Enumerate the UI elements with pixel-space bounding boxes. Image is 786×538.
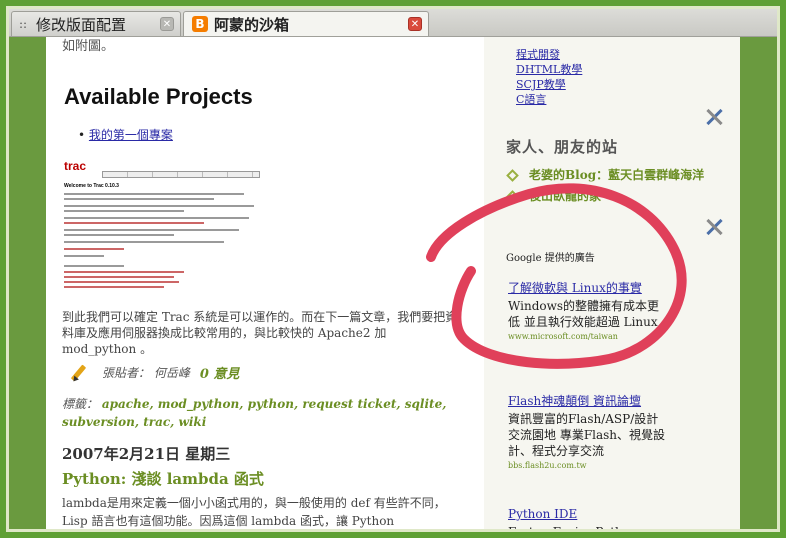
sidebar-links: 程式開發 DHTML教學 SCJP教學 C語言 xyxy=(516,47,582,107)
tab-sandbox[interactable]: B 阿蒙的沙箱 ✕ xyxy=(183,11,429,36)
friends-list: 老婆的Blog：藍天白雲群峰海洋 後山臥龍的家 xyxy=(506,165,704,207)
pencil-icon[interactable] xyxy=(70,364,86,382)
tab-label: 修改版面配置 xyxy=(36,15,127,34)
posted-by: 張貼者： 何岳峰 xyxy=(102,366,190,380)
tags-label: 標籤： xyxy=(62,397,99,411)
text-line xyxy=(64,210,184,212)
ad-python-ide[interactable]: Python IDE Faster, Easier Python xyxy=(508,507,668,532)
text-line xyxy=(64,198,214,200)
ad-title[interactable]: Python IDE xyxy=(508,507,668,522)
ad-body: Faster, Easier Python xyxy=(508,525,638,532)
sidebar-link[interactable]: C語言 xyxy=(516,92,582,107)
text-line xyxy=(64,222,204,224)
project-link[interactable]: 我的第一個專案 xyxy=(89,128,173,142)
ad-body: Windows的整體擁有成本更低 並且執行效能超過 Linux xyxy=(508,299,660,329)
ad-flash[interactable]: Flash神魂顛倒 資訊論壇 資訊豐富的Flash/ASP/設計交流園地 專業F… xyxy=(508,394,668,470)
ad-body: 資訊豐富的Flash/ASP/設計交流園地 專業Flash、視覺設計、程式分享交… xyxy=(508,412,666,458)
close-icon[interactable]: ✕ xyxy=(408,17,422,31)
trac-welcome: Welcome to Trac 0.10.3 xyxy=(64,183,119,189)
friends-heading: 家人、朋友的站 xyxy=(506,138,619,156)
trac-screenshot: trac Welcome to Trac 0.10.3 xyxy=(62,155,262,297)
project-list-item: • 我的第一個專案 xyxy=(78,128,173,142)
friend-link[interactable]: 老婆的Blog：藍天白雲群峰海洋 xyxy=(529,165,704,186)
text-line xyxy=(64,271,184,273)
friend-item[interactable]: 後山臥龍的家 xyxy=(506,186,704,207)
google-ads-label: Google 提供的廣告 xyxy=(506,253,595,264)
text-line xyxy=(64,265,124,267)
post-tags: 標籤： apache, mod_python, python, request … xyxy=(62,395,474,431)
text-line xyxy=(64,229,239,231)
post-date: 2007年2月21日 星期三 xyxy=(62,445,231,463)
text-line xyxy=(64,193,244,195)
tab-label: 阿蒙的沙箱 xyxy=(214,15,290,34)
text-line xyxy=(64,255,104,257)
post-footer: 張貼者： 何岳峰 0 意見 xyxy=(70,363,239,382)
sidebar: 程式開發 DHTML教學 SCJP教學 C語言 家人、朋友的站 老婆的Blog：… xyxy=(484,37,740,532)
close-icon[interactable]: ✕ xyxy=(160,17,174,31)
ad-url[interactable]: www.microsoft.com/taiwan xyxy=(508,332,668,341)
comments-link[interactable]: 0 意見 xyxy=(200,363,240,382)
text-line xyxy=(64,241,224,243)
text-line xyxy=(64,217,249,219)
text-line xyxy=(64,276,174,278)
sidebar-link[interactable]: 程式開發 xyxy=(516,47,582,62)
ad-title[interactable]: 了解微軟與 Linux的事實 xyxy=(508,281,668,296)
tab-bar: :: 修改版面配置 ✕ B 阿蒙的沙箱 ✕ xyxy=(9,9,777,37)
diamond-bullet-icon xyxy=(506,169,519,182)
text-line xyxy=(64,281,179,283)
edit-tools-icon[interactable] xyxy=(704,217,724,237)
sidebar-link[interactable]: DHTML教學 xyxy=(516,62,582,77)
text-line xyxy=(64,205,254,207)
diamond-bullet-icon xyxy=(506,190,519,203)
trac-logo: trac xyxy=(64,159,87,173)
text-line xyxy=(64,286,164,288)
grip-icon: :: xyxy=(18,17,28,31)
ad-title[interactable]: Flash神魂顛倒 資訊論壇 xyxy=(508,394,668,409)
text-line xyxy=(64,234,174,236)
post-title[interactable]: Python: 淺談 lambda 函式 xyxy=(62,468,264,489)
ad-url[interactable]: bbs.flash2u.com.tw xyxy=(508,461,668,470)
blog-page: 如附圖。 Available Projects • 我的第一個專案 trac W… xyxy=(46,37,740,532)
text-line xyxy=(64,248,124,250)
trac-nav-bar xyxy=(102,171,260,178)
friend-item[interactable]: 老婆的Blog：藍天白雲群峰海洋 xyxy=(506,165,704,186)
post-paragraph: 到此我們可以確定 Trac 系統是可以運作的。而在下一篇文章，我們要把資料庫及應… xyxy=(62,310,458,356)
tab-layout[interactable]: :: 修改版面配置 ✕ xyxy=(11,11,181,36)
screenshot-area: :: 修改版面配置 ✕ B 阿蒙的沙箱 ✕ 如附圖。 Available Pro… xyxy=(6,6,780,532)
top-text: 如附圖。 xyxy=(62,39,115,54)
friend-link[interactable]: 後山臥龍的家 xyxy=(529,186,601,207)
sidebar-link[interactable]: SCJP教學 xyxy=(516,77,582,92)
blogger-icon: B xyxy=(192,16,208,32)
post-body: lambda是用來定義一個小小函式用的，與一般使用的 def 有些許不同， Li… xyxy=(62,496,446,528)
tag-links[interactable]: apache, mod_python, python, request tick… xyxy=(62,397,446,429)
edit-tools-icon[interactable] xyxy=(704,107,724,127)
ad-microsoft[interactable]: 了解微軟與 Linux的事實 Windows的整體擁有成本更低 並且執行效能超過… xyxy=(508,281,668,341)
available-projects-heading: Available Projects xyxy=(64,84,253,109)
